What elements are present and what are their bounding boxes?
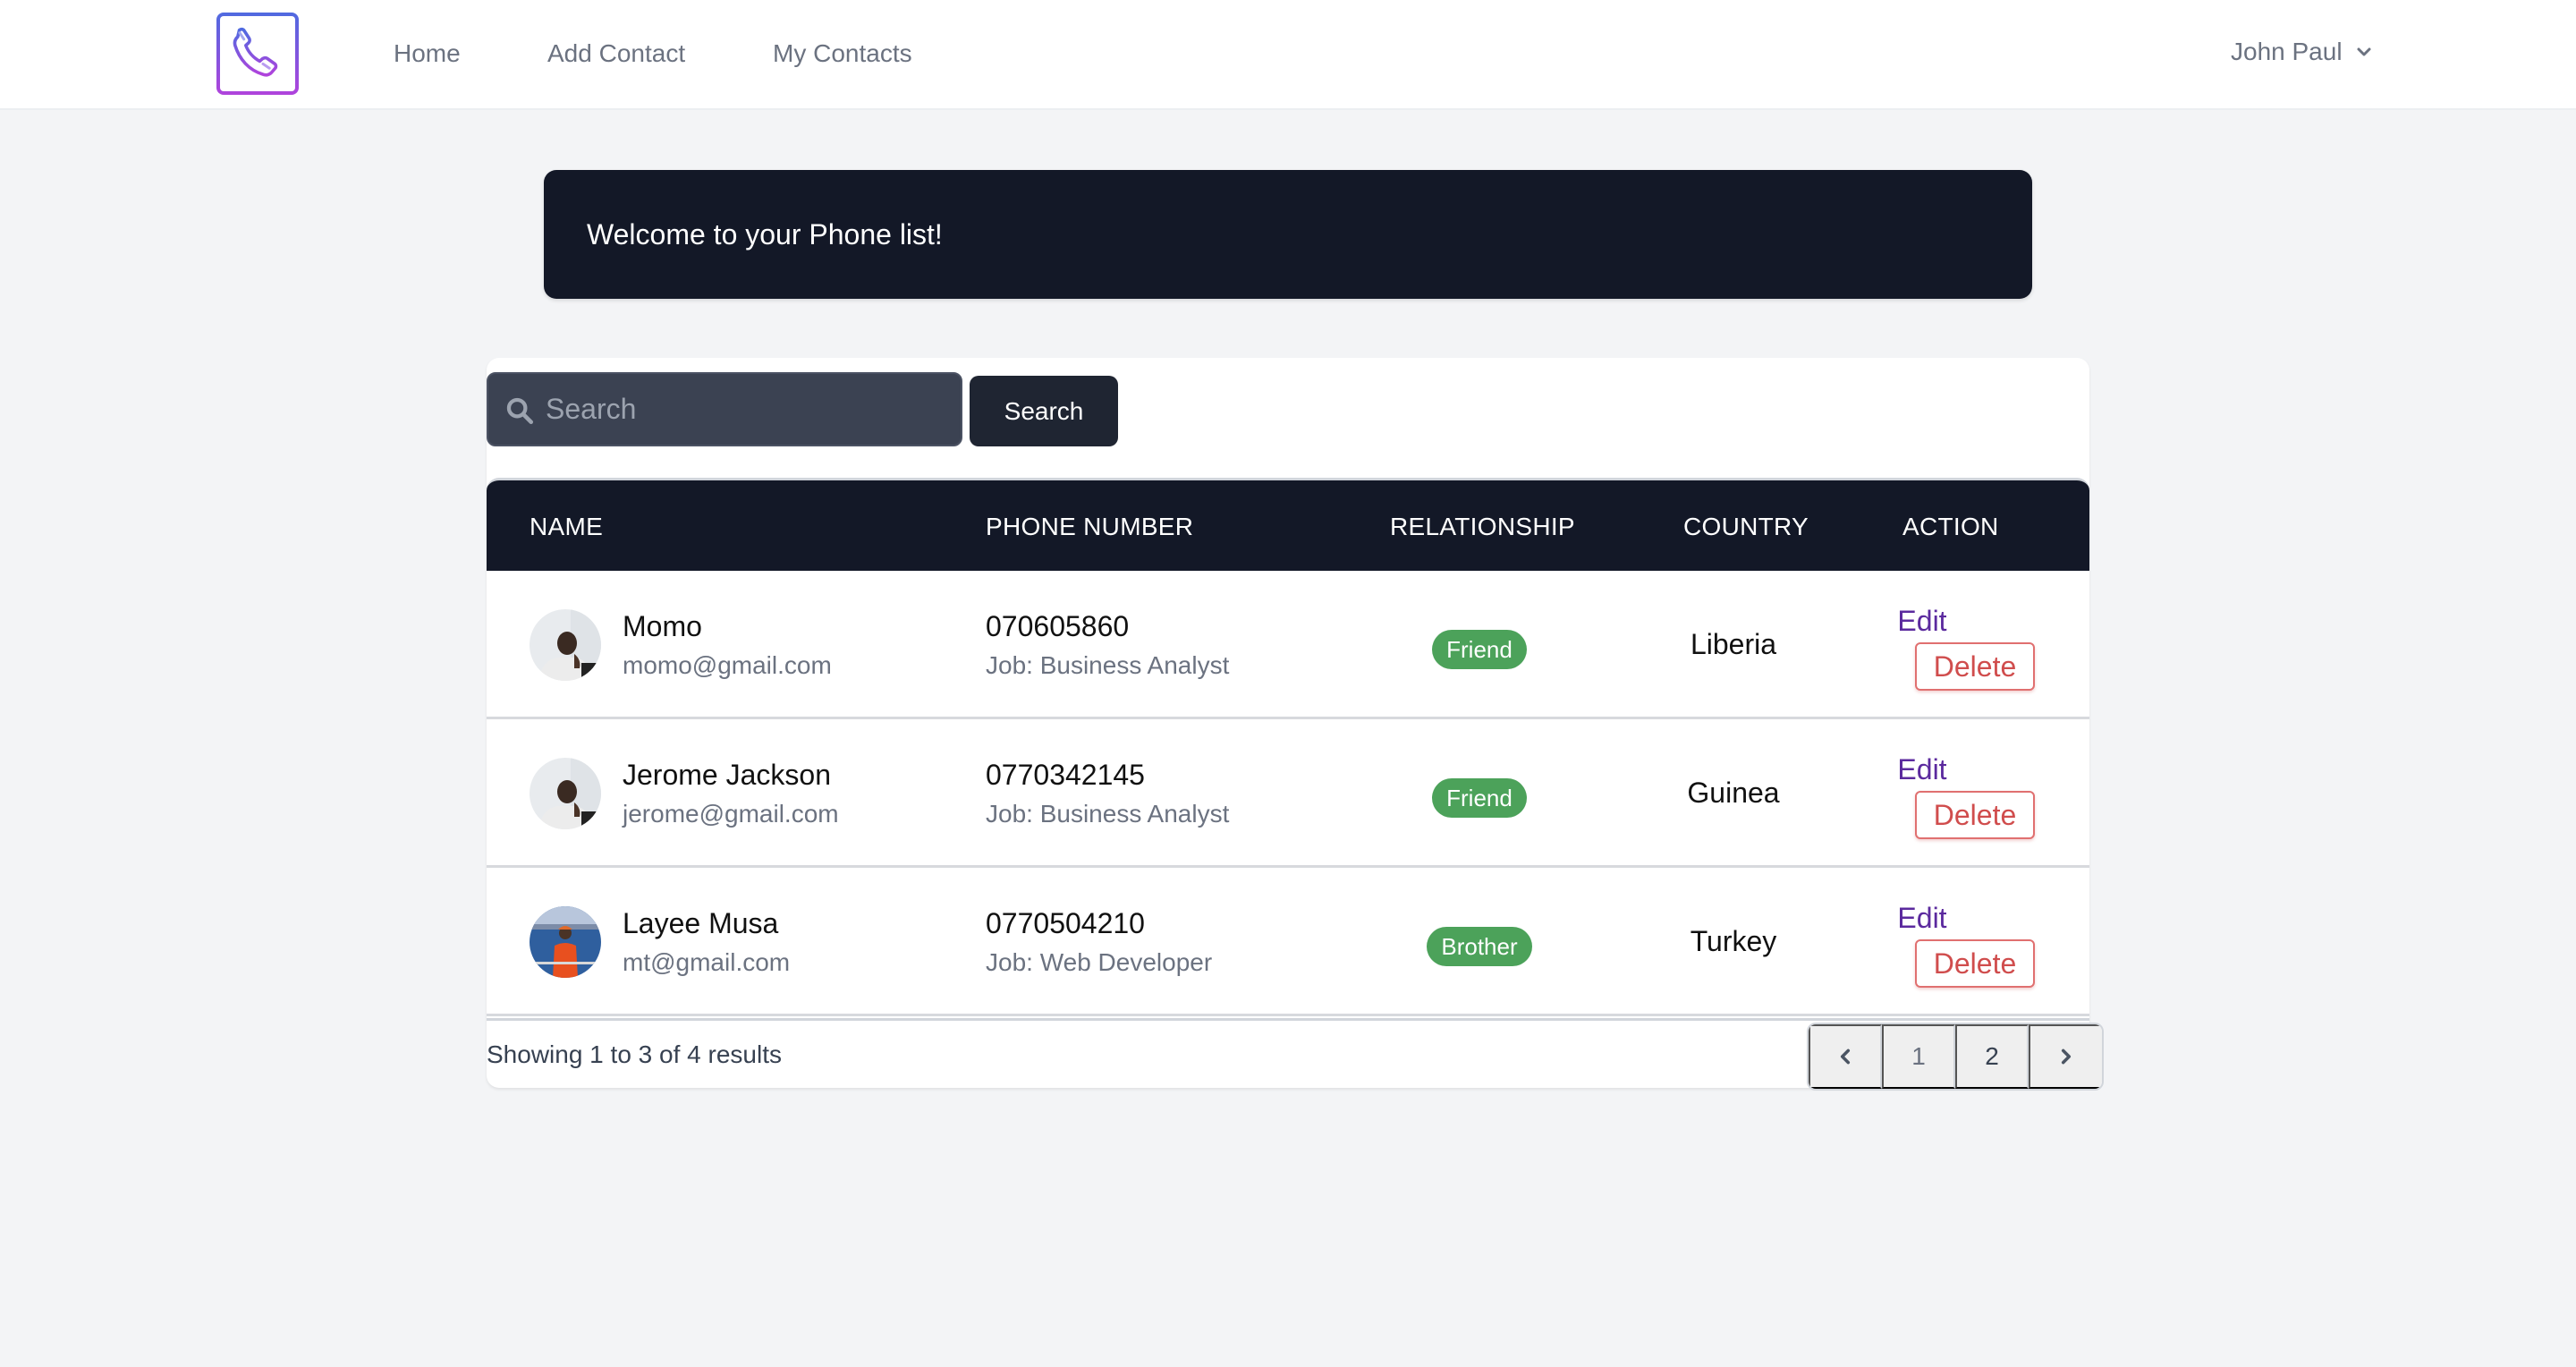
column-header-name: NAME	[530, 513, 604, 540]
table-row: Jerome Jackson jerome@gmail.com 07703421…	[487, 719, 2089, 868]
search-icon	[506, 397, 534, 425]
table-header: NAME PHONE NUMBER RELATIONSHIP COUNTRY A…	[487, 478, 2089, 571]
search-field[interactable]	[487, 372, 962, 446]
chevron-left-icon	[1840, 1049, 1851, 1065]
chevron-down-icon	[2357, 47, 2371, 56]
top-navbar: Home Add Contact My Contacts John Paul	[0, 0, 2576, 110]
column-header-country: COUNTRY	[1683, 513, 1809, 540]
contact-email: jerome@gmail.com	[623, 800, 839, 828]
relationship-badge: Friend	[1432, 630, 1527, 669]
delete-button[interactable]: Delete	[1915, 939, 2035, 988]
person-photo-icon	[530, 906, 601, 978]
page-2-button[interactable]: 2	[1955, 1024, 2029, 1089]
contact-phone: 070605860	[986, 610, 1130, 642]
contact-name: Layee Musa	[623, 907, 779, 939]
nav-add-contact[interactable]: Add Contact	[547, 36, 685, 72]
relationship-cell: Brother	[1381, 927, 1578, 966]
contact-job: Job: Business Analyst	[986, 800, 1230, 828]
welcome-banner: Welcome to your Phone list!	[544, 170, 2032, 299]
previous-page-button[interactable]	[1809, 1024, 1882, 1089]
relationship-badge: Brother	[1427, 927, 1532, 966]
contacts-card: Search NAME PHONE NUMBER RELATIONSHIP CO…	[487, 358, 2104, 1091]
contact-phone: 0770342145	[986, 759, 1145, 791]
person-photo-icon	[530, 609, 601, 681]
contact-job: Job: Business Analyst	[986, 651, 1230, 679]
avatar	[530, 758, 601, 829]
avatar	[530, 906, 601, 978]
app-logo[interactable]	[216, 13, 299, 95]
phone-icon	[233, 27, 278, 77]
relationship-cell: Friend	[1381, 778, 1578, 818]
delete-button[interactable]: Delete	[1915, 791, 2035, 839]
contact-email: momo@gmail.com	[623, 651, 832, 679]
contact-country: Liberia	[1690, 628, 1777, 660]
user-menu[interactable]: John Paul	[2231, 34, 2373, 70]
contact-email: mt@gmail.com	[623, 948, 791, 976]
search-button[interactable]: Search	[970, 376, 1118, 446]
person-photo-icon	[530, 758, 601, 829]
nav-home[interactable]: Home	[394, 36, 461, 72]
chevron-right-icon	[2061, 1049, 2072, 1065]
delete-button[interactable]: Delete	[1915, 642, 2035, 691]
user-name: John Paul	[2231, 38, 2343, 65]
avatar	[530, 609, 601, 681]
table-footer: Showing 1 to 3 of 4 results 1 2	[487, 1018, 2104, 1091]
contact-country: Guinea	[1687, 777, 1780, 809]
edit-link[interactable]: Edit	[1864, 751, 1980, 787]
next-page-button[interactable]	[2029, 1024, 2102, 1089]
table-row: Momo momo@gmail.com 070605860 Job: Busin…	[487, 571, 2089, 719]
contact-job: Job: Web Developer	[986, 948, 1213, 976]
column-header-action: ACTION	[1902, 513, 1999, 540]
edit-link[interactable]: Edit	[1864, 603, 1980, 639]
page-1-button[interactable]: 1	[1882, 1024, 1955, 1089]
welcome-text: Welcome to your Phone list!	[587, 218, 943, 250]
column-header-phone: PHONE NUMBER	[986, 513, 1194, 540]
column-header-relationship: RELATIONSHIP	[1390, 513, 1575, 540]
table-row: Layee Musa mt@gmail.com 0770504210 Job: …	[487, 868, 2089, 1016]
contact-phone: 0770504210	[986, 907, 1145, 939]
edit-link[interactable]: Edit	[1864, 900, 1980, 936]
results-summary: Showing 1 to 3 of 4 results	[487, 1040, 782, 1068]
contact-name: Momo	[623, 610, 702, 642]
pagination: 1 2	[1807, 1023, 2104, 1091]
relationship-cell: Friend	[1381, 630, 1578, 669]
contacts-table: NAME PHONE NUMBER RELATIONSHIP COUNTRY A…	[487, 478, 2089, 1016]
search-input[interactable]	[546, 374, 948, 445]
nav-my-contacts[interactable]: My Contacts	[773, 36, 912, 72]
contact-country: Turkey	[1690, 925, 1777, 957]
contact-name: Jerome Jackson	[623, 759, 831, 791]
relationship-badge: Friend	[1432, 778, 1527, 818]
